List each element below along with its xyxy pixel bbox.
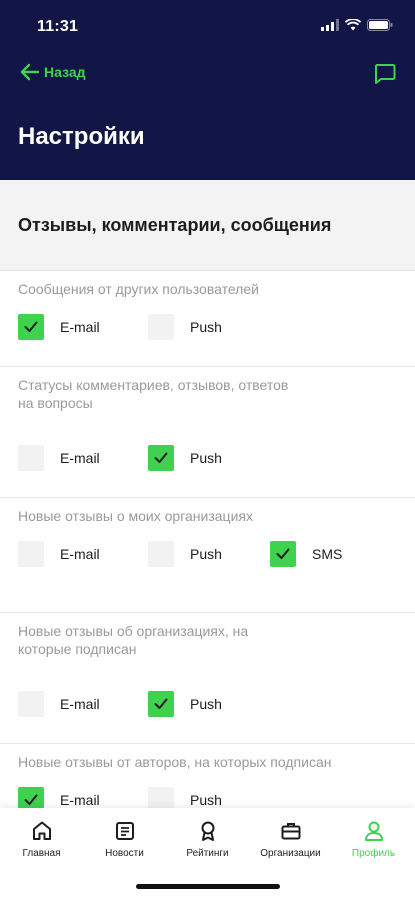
- checkbox[interactable]: [270, 541, 296, 567]
- group-label: Новые отзывы об организациях, на: [18, 623, 249, 639]
- check-icon: [24, 321, 38, 332]
- group-label: Сообщения от других пользователей: [18, 281, 259, 297]
- tab-ratings[interactable]: Рейтинги: [166, 820, 249, 859]
- header: 11:31 Назад Настройки: [0, 0, 415, 180]
- checkbox-label: Push: [190, 792, 222, 808]
- check-icon: [276, 548, 290, 559]
- checkbox-label: Push: [190, 546, 222, 562]
- checkbox-option-email[interactable]: E-mail: [18, 314, 100, 340]
- group-label: на вопросы: [18, 395, 93, 411]
- checkbox-label: E-mail: [60, 696, 100, 712]
- tab-profile[interactable]: Профиль: [332, 820, 415, 859]
- briefcase-icon: [281, 823, 300, 840]
- checkbox-label: E-mail: [60, 546, 100, 562]
- checkbox-option-push[interactable]: Push: [148, 541, 222, 567]
- checkbox[interactable]: [18, 445, 44, 471]
- checkbox-label: E-mail: [60, 450, 100, 466]
- tab-label: Главная: [22, 848, 61, 859]
- tab-news[interactable]: Новости: [83, 820, 166, 859]
- checkbox[interactable]: [148, 541, 174, 567]
- checkbox-label: E-mail: [60, 319, 100, 335]
- cellular-signal-icon: [321, 19, 339, 31]
- check-icon: [154, 452, 168, 463]
- checkbox[interactable]: [148, 691, 174, 717]
- checkbox[interactable]: [18, 691, 44, 717]
- group-label: Новые отзывы о моих организациях: [18, 508, 253, 524]
- checkbox-label: Push: [190, 696, 222, 712]
- arrow-left-icon: [20, 63, 40, 81]
- home-indicator: [136, 884, 280, 889]
- chat-icon: [375, 64, 396, 84]
- group-label: Статусы комментариев, отзывов, ответов: [18, 377, 289, 393]
- checkbox-label: Push: [190, 450, 222, 466]
- checkbox-option-email[interactable]: E-mail: [18, 445, 100, 471]
- checkbox-option-email[interactable]: E-mail: [18, 691, 100, 717]
- tab-organizations[interactable]: Организации: [249, 820, 332, 859]
- checkbox[interactable]: [148, 314, 174, 340]
- settings-group: Новые отзывы об организациях, на которые …: [0, 612, 415, 743]
- award-icon: [201, 821, 214, 841]
- tab-label: Профиль: [351, 848, 396, 859]
- news-icon: [115, 822, 134, 840]
- tab-label: Организации: [260, 848, 321, 859]
- status-icons: [321, 19, 393, 31]
- checkbox[interactable]: [148, 445, 174, 471]
- checkbox[interactable]: [18, 314, 44, 340]
- section-title: Отзывы, комментарии, сообщения: [18, 215, 332, 235]
- back-label: Назад: [44, 64, 86, 80]
- settings-group: Сообщения от других пользователей E-mail P…: [0, 270, 415, 366]
- checkbox-option-push[interactable]: Push: [148, 691, 222, 717]
- checkbox[interactable]: [18, 541, 44, 567]
- checkbox-option-sms[interactable]: SMS: [270, 541, 342, 567]
- home-icon: [32, 821, 51, 840]
- settings-group: Новые отзывы о моих организациях E-mail Pu…: [0, 497, 415, 612]
- tab-label: Рейтинги: [186, 848, 229, 859]
- check-icon: [154, 698, 168, 709]
- tab-label: Новости: [105, 848, 144, 859]
- checkbox-option-email[interactable]: E-mail: [18, 541, 100, 567]
- checkbox-label: Push: [190, 319, 222, 335]
- profile-icon: [364, 821, 383, 841]
- tab-home[interactable]: Главная: [0, 820, 83, 859]
- checkbox-option-push[interactable]: Push: [148, 314, 222, 340]
- chat-button[interactable]: [373, 62, 397, 86]
- checkbox-option-push[interactable]: Push: [148, 445, 222, 471]
- battery-icon: [367, 19, 393, 31]
- wifi-icon: [345, 19, 361, 31]
- group-label: Новые отзывы от авторов, на которых подп…: [18, 754, 332, 770]
- checkbox-label: E-mail: [60, 792, 100, 808]
- status-time: 11:31: [37, 18, 79, 35]
- check-icon: [24, 794, 38, 805]
- settings-group: Статусы комментариев, отзывов, ответов на…: [0, 366, 415, 497]
- back-button[interactable]: Назад: [20, 63, 86, 81]
- group-label: которые подписан: [18, 641, 137, 657]
- page-title: Настройки: [18, 123, 145, 150]
- checkbox-label: SMS: [312, 546, 343, 562]
